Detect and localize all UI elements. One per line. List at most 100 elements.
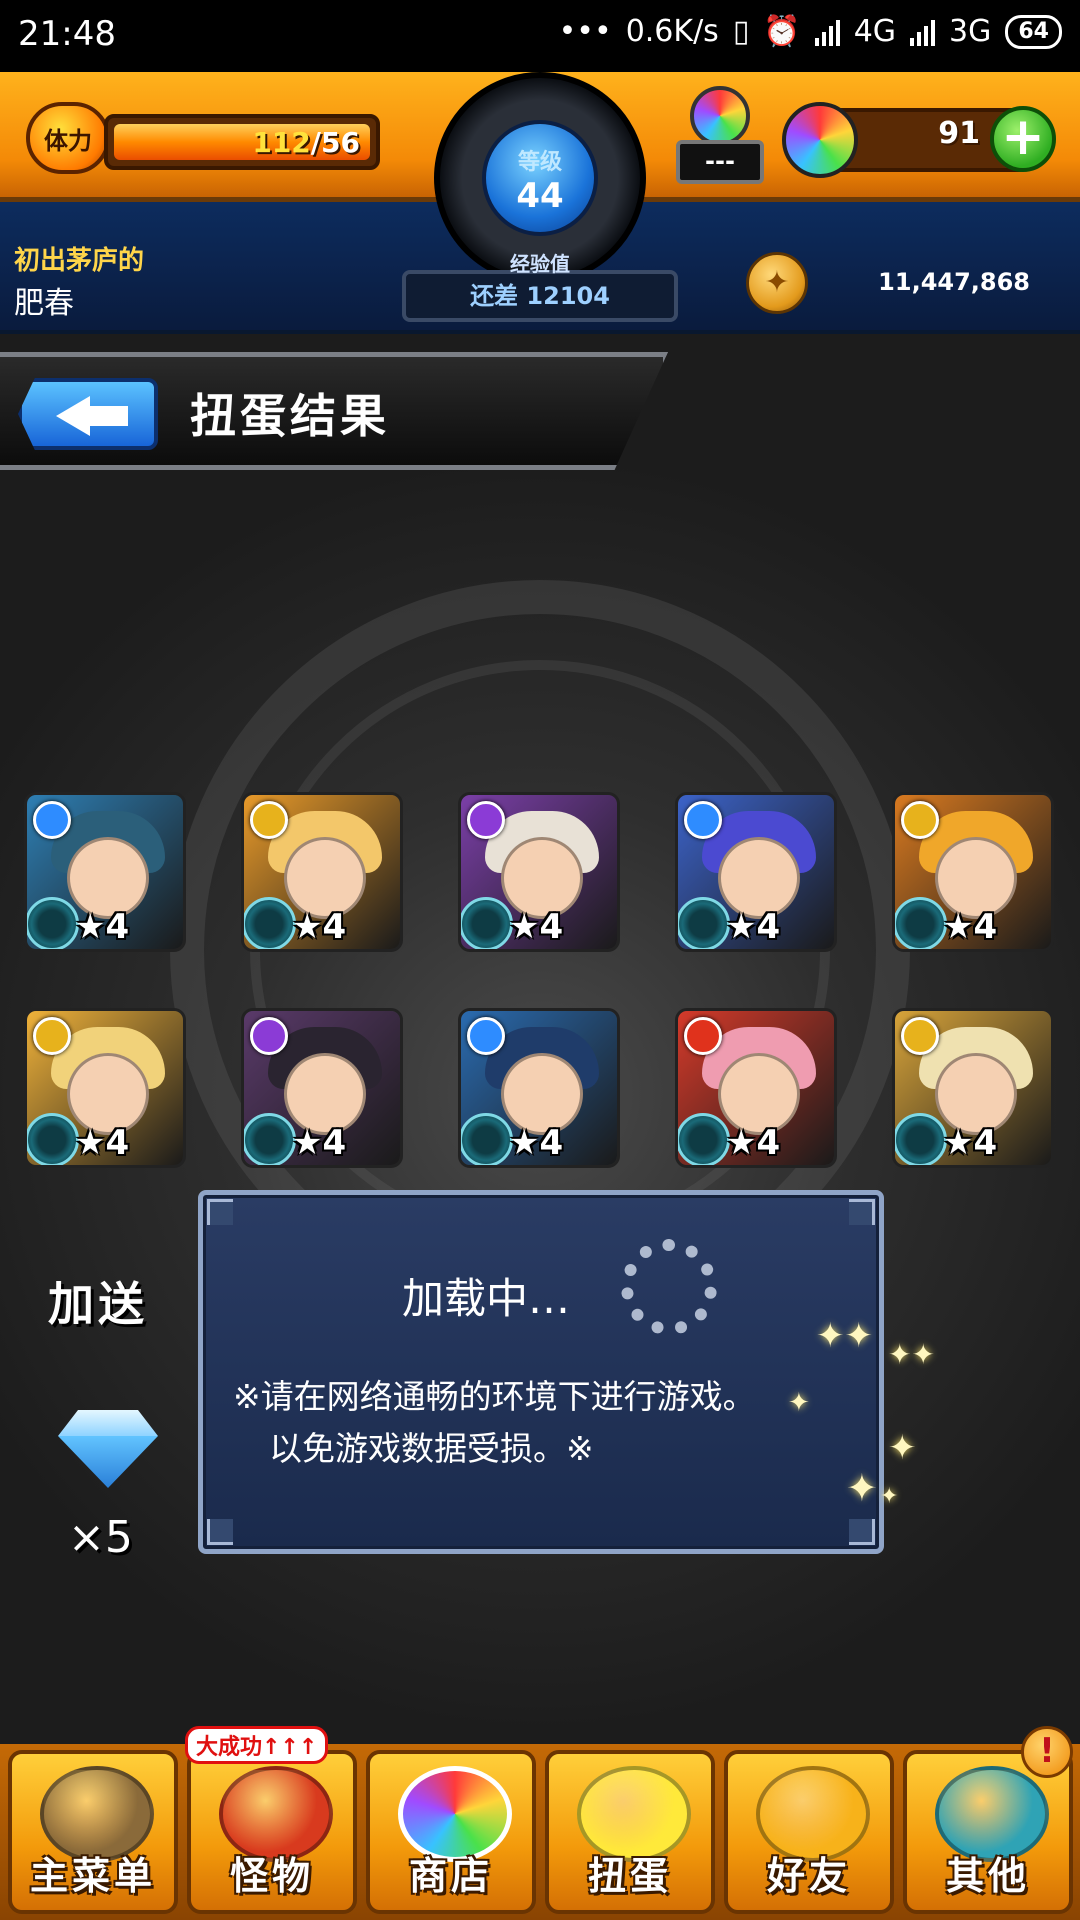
rarity-stars: ★4: [75, 1123, 130, 1163]
monster-card[interactable]: ★4: [675, 1008, 837, 1168]
loading-note-line2: 以免游戏数据受损。※: [269, 1429, 594, 1468]
dialog-corner: [849, 1199, 875, 1225]
nav-label: 商店: [408, 1854, 493, 1898]
stamina-current: 112: [252, 126, 311, 159]
exp-box: 经验值 还差 12104: [402, 252, 678, 322]
rarity-stars: ★4: [292, 1123, 347, 1163]
level-label: 等级: [517, 150, 562, 175]
more-dots-icon: •••: [558, 14, 612, 49]
rarity-stars: ★4: [726, 907, 781, 947]
monster-card[interactable]: ★4: [24, 792, 186, 952]
sparkle-icon: ✦✦: [816, 1316, 873, 1356]
nav-orb[interactable]: 商店: [366, 1750, 536, 1914]
level-value: 44: [516, 176, 564, 216]
diamond-bottom: [58, 1436, 158, 1488]
luck-slot-icon: [678, 1113, 730, 1165]
element-icon: [467, 1017, 505, 1055]
rainbow-orb-icon: [690, 86, 750, 146]
sparkle-icon: ✦: [888, 1428, 917, 1468]
loading-dialog: 加载中… ※请在网络通畅的环境下进行游戏。 以免游戏数据受损。※: [198, 1190, 884, 1554]
nav-monster[interactable]: 怪物 大成功↑↑↑: [185, 1726, 357, 1914]
element-icon: [684, 1017, 722, 1055]
loading-note-line1: ※请在网络通畅的环境下进行游戏。: [233, 1377, 756, 1416]
back-arrow-icon: [56, 396, 90, 436]
monster-card[interactable]: ★4: [675, 792, 837, 952]
sparkle-icon: ✦✦: [888, 1338, 935, 1371]
luck-slot-icon: [27, 897, 79, 949]
network-type-1: 4G: [853, 14, 897, 49]
luck-slot-icon: [895, 1113, 947, 1165]
status-time: 21:48: [18, 14, 116, 54]
diamond-top: [58, 1410, 158, 1436]
element-icon: [250, 1017, 288, 1055]
luck-slot-icon: [27, 1113, 79, 1165]
coin-count: 11,447,868: [878, 268, 1030, 296]
monster-card[interactable]: ★4: [241, 792, 403, 952]
element-icon: [901, 801, 939, 839]
loading-spinner-icon: [621, 1239, 717, 1335]
orb-slot-value: ---: [676, 140, 764, 184]
exp-remaining: 还差 12104: [470, 282, 610, 310]
orb-slot[interactable]: ---: [676, 86, 764, 186]
rarity-stars: ★4: [509, 1123, 564, 1163]
luck-slot-icon: [461, 1113, 513, 1165]
bottom-nav: 主菜单 怪物 大成功↑↑↑ 商店 扭蛋 好友 其他!: [0, 1726, 1080, 1920]
monster-card[interactable]: ★4: [241, 1008, 403, 1168]
top-hud: 体力 112/56 等级 44 经验值 还差 12104 --- 91 + 初出…: [0, 72, 1080, 334]
bonus-count: ×5: [68, 1512, 133, 1563]
luck-slot-icon: [244, 897, 296, 949]
monster-card[interactable]: ★4: [458, 792, 620, 952]
nav-badge: 大成功↑↑↑: [185, 1726, 329, 1764]
luck-slot-icon: [678, 897, 730, 949]
sparkle-icon: ✦: [788, 1388, 810, 1418]
monster-card[interactable]: ★4: [892, 1008, 1054, 1168]
player-name: 肥春: [14, 286, 74, 321]
add-gems-button[interactable]: +: [990, 106, 1056, 172]
luck-slot-icon: [244, 1113, 296, 1165]
alarm-icon: ⏰: [763, 14, 801, 49]
network-speed: 0.6K/s: [625, 14, 719, 49]
status-bar: 21:48 ••• 0.6K/s ▯ ⏰ 4G 3G 64: [0, 0, 1080, 72]
element-icon: [467, 801, 505, 839]
page-title: 扭蛋结果: [190, 389, 390, 443]
dialog-corner: [207, 1519, 233, 1545]
dialog-corner: [207, 1199, 233, 1225]
nav-label: 其他: [945, 1854, 1030, 1898]
rarity-stars: ★4: [509, 907, 564, 947]
luck-slot-icon: [895, 897, 947, 949]
nav-label: 怪物: [229, 1854, 314, 1898]
monster-card[interactable]: ★4: [24, 1008, 186, 1168]
monster-card[interactable]: ★4: [458, 1008, 620, 1168]
stamina-text: 112/56: [108, 126, 360, 159]
coin-icon: ✦: [746, 252, 808, 314]
element-icon: [250, 801, 288, 839]
nav-egg[interactable]: 扭蛋: [545, 1750, 715, 1914]
nav-settings[interactable]: 其他!: [903, 1726, 1073, 1914]
nav-label: 主菜单: [29, 1854, 156, 1898]
loading-note: ※请在网络通畅的环境下进行游戏。 以免游戏数据受损。※: [233, 1371, 859, 1475]
nav-label: 好友: [766, 1854, 851, 1898]
rarity-stars: ★4: [943, 1123, 998, 1163]
back-arrow-tail: [86, 406, 128, 426]
element-icon: [684, 801, 722, 839]
rarity-stars: ★4: [943, 907, 998, 947]
rarity-stars: ★4: [292, 907, 347, 947]
sparkle-icon: ✦: [880, 1484, 899, 1509]
nav-gate[interactable]: 主菜单: [8, 1750, 178, 1914]
exp-label: 经验值: [510, 252, 570, 276]
status-icons: ••• 0.6K/s ▯ ⏰ 4G 3G 64: [559, 14, 1062, 49]
monster-card[interactable]: ★4: [892, 792, 1054, 952]
battery-icon: 64: [1005, 14, 1062, 49]
network-type-2: 3G: [949, 14, 992, 49]
gem-orb-icon: [782, 102, 858, 178]
element-icon: [33, 1017, 71, 1055]
nav-label: 扭蛋: [587, 1854, 672, 1898]
dialog-corner: [849, 1519, 875, 1545]
stamina-icon: 体力: [26, 102, 110, 174]
element-icon: [901, 1017, 939, 1055]
stamina-max: /56: [310, 126, 360, 159]
nav-friends[interactable]: 好友: [724, 1750, 894, 1914]
vibrate-icon: ▯: [732, 14, 750, 49]
back-button[interactable]: [18, 378, 158, 450]
stamina-bar: 112/56: [104, 114, 380, 170]
